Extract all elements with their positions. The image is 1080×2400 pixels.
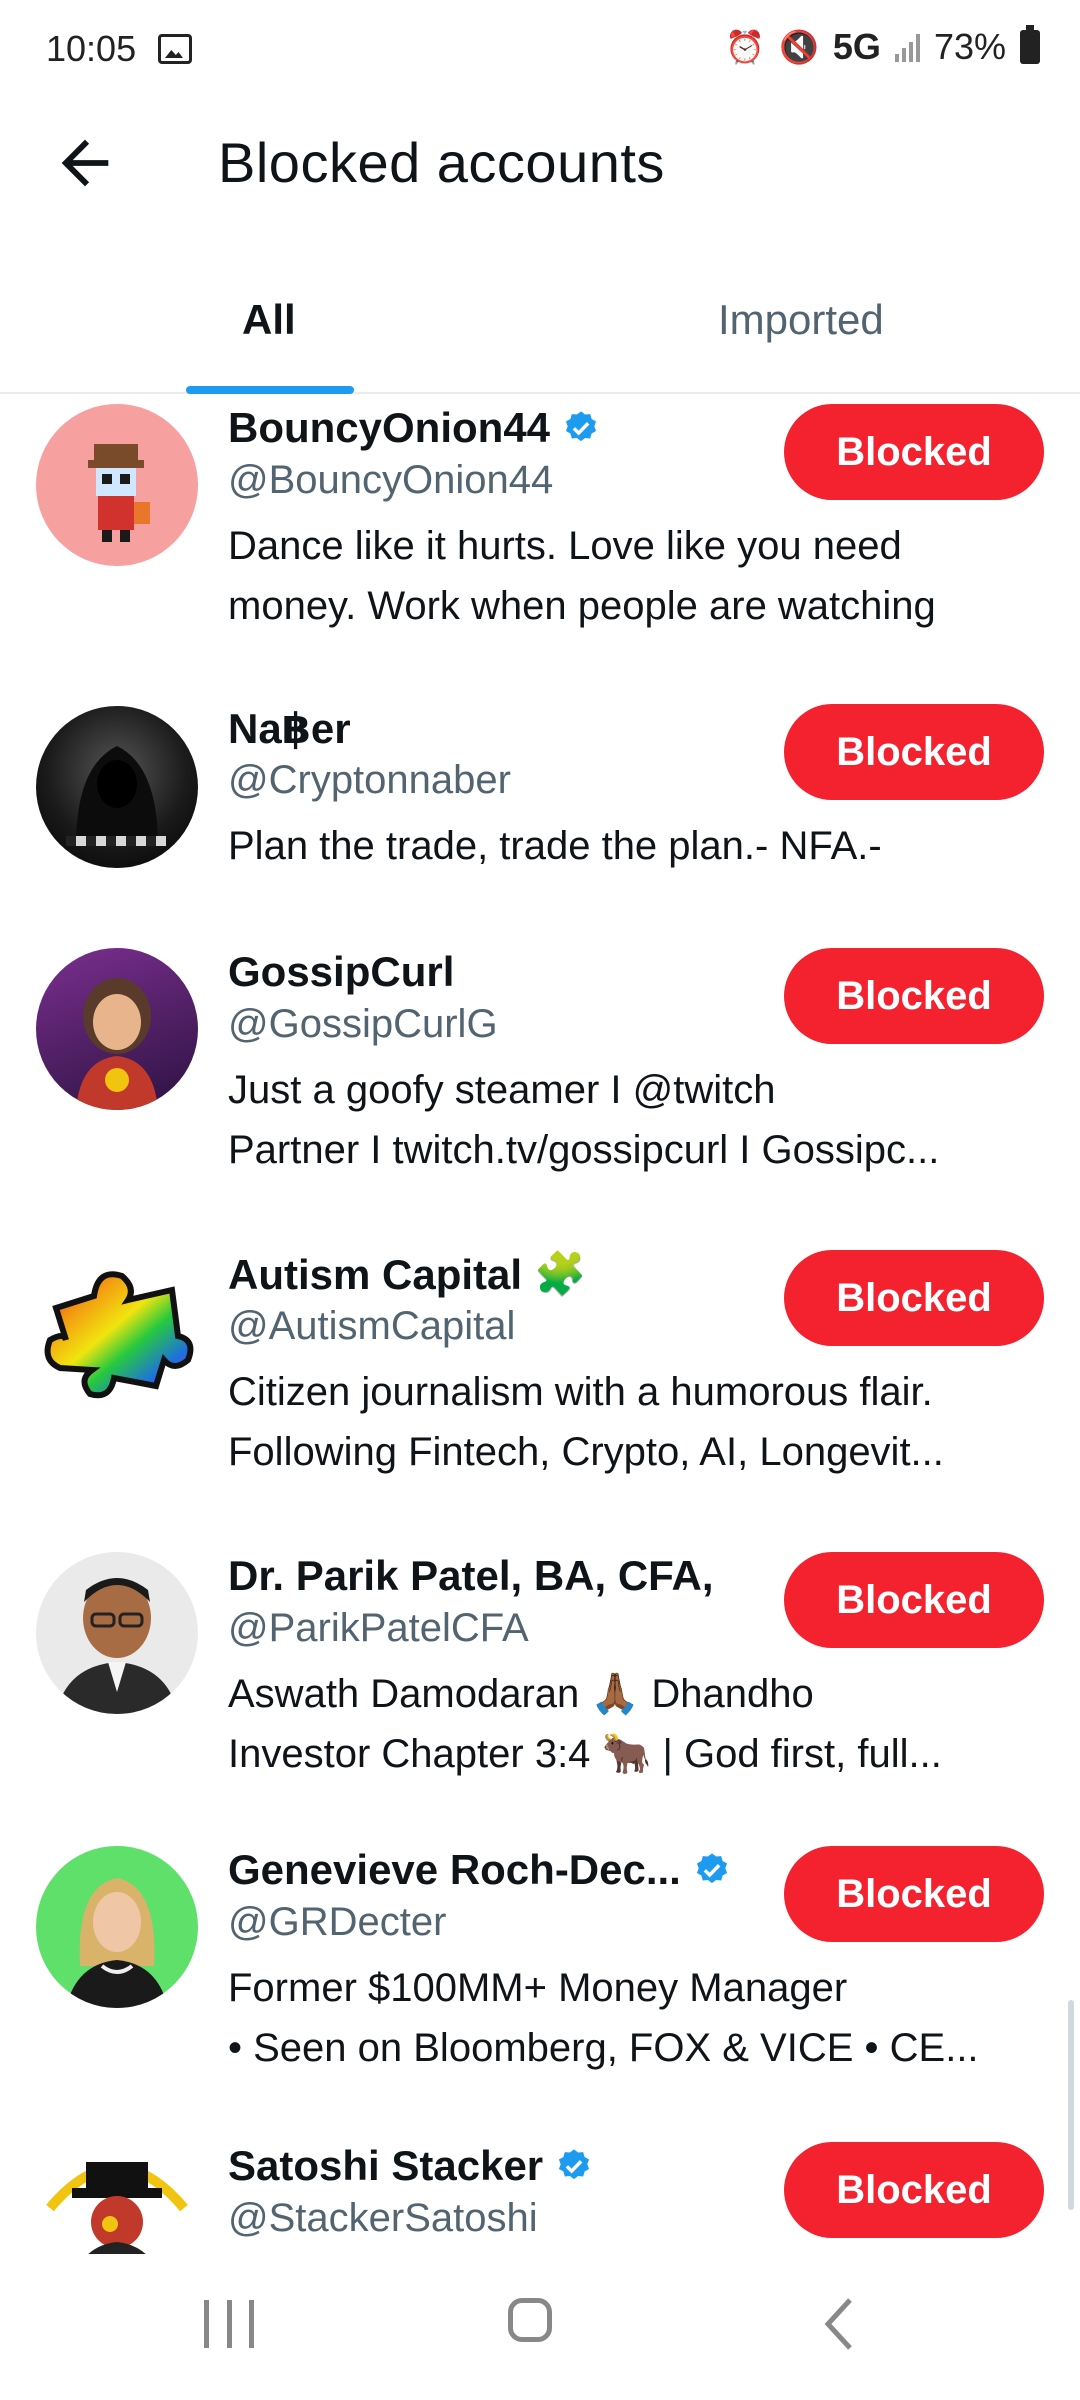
- account-handle: @Cryptonnaber: [228, 758, 511, 802]
- account-bio: Former $100MM+ Money Manager • Seen on B…: [228, 1966, 979, 2070]
- avatar[interactable]: [36, 2138, 198, 2254]
- active-tab-indicator: [186, 386, 354, 394]
- back-arrow-icon[interactable]: [50, 128, 120, 198]
- account-name[interactable]: Satoshi Stacker: [228, 2142, 593, 2190]
- recents-button[interactable]: [204, 2300, 254, 2350]
- blocked-accounts-list[interactable]: BouncyOnion44 @BouncyOnion44 Dance like …: [0, 394, 1080, 2254]
- alarm-icon: ⏰: [725, 29, 766, 65]
- blocked-button[interactable]: Blocked: [784, 1552, 1044, 1648]
- gallery-notification-icon: [158, 34, 192, 64]
- blocked-button[interactable]: Blocked: [784, 404, 1044, 500]
- home-button[interactable]: [508, 2298, 552, 2342]
- blocked-button[interactable]: Blocked: [784, 948, 1044, 1044]
- account-bio: Dance like it hurts. Love like you need …: [228, 524, 936, 628]
- blocked-button[interactable]: Blocked: [784, 704, 1044, 800]
- mute-icon: 🔇: [779, 29, 819, 65]
- system-back-icon[interactable]: [818, 2294, 858, 2354]
- status-bar: 10:05 ⏰ 🔇 5G 73%: [0, 0, 1080, 100]
- account-name[interactable]: Genevieve Roch-Dec...: [228, 1846, 731, 1894]
- top-app-bar: Blocked accounts: [0, 100, 1080, 230]
- account-handle: @GRDecter: [228, 1900, 447, 1944]
- account-bio: Just a goofy steamer I @twitch Partner I…: [228, 1068, 940, 1172]
- account-name[interactable]: GossipCurl: [228, 948, 454, 996]
- battery-percent: 73%: [933, 26, 1006, 67]
- account-handle: @ParikPatelCFA: [228, 1606, 529, 1650]
- account-name[interactable]: Autism Capital 🧩: [228, 1250, 586, 1299]
- account-name[interactable]: BouncyOnion44: [228, 404, 600, 452]
- verified-badge-icon: [559, 2149, 590, 2180]
- status-time: 10:05: [46, 28, 137, 69]
- system-navigation-bar: [0, 2254, 1080, 2400]
- tab-all[interactable]: All: [242, 296, 296, 344]
- verified-badge-icon: [696, 1853, 727, 1884]
- page-title: Blocked accounts: [218, 131, 665, 194]
- account-handle: @GossipCurlG: [228, 1002, 498, 1046]
- blocked-button[interactable]: Blocked: [784, 2142, 1044, 2238]
- account-handle: @BouncyOnion44: [228, 458, 554, 502]
- account-name[interactable]: Na฿er: [228, 704, 351, 753]
- account-bio: Citizen journalism with a humorous flair…: [228, 1370, 944, 1474]
- account-bio: Aswath Damodaran 🙏🏾 Dhandho Investor Cha…: [228, 1672, 942, 1776]
- battery-icon: [1020, 25, 1040, 64]
- avatar[interactable]: [36, 706, 198, 868]
- avatar[interactable]: [36, 1248, 198, 1410]
- account-bio: Plan the trade, trade the plan.- NFA.-: [228, 824, 882, 868]
- network-type: 5G: [832, 26, 881, 67]
- puzzle-emoji: 🧩: [534, 1250, 587, 1297]
- blocked-button[interactable]: Blocked: [784, 1250, 1044, 1346]
- verified-badge-icon: [566, 411, 597, 442]
- scrollbar-thumb[interactable]: [1068, 2000, 1074, 2210]
- avatar[interactable]: [36, 404, 198, 566]
- avatar[interactable]: [36, 948, 198, 1110]
- avatar[interactable]: [36, 1846, 198, 2008]
- account-handle: @AutismCapital: [228, 1304, 516, 1348]
- avatar[interactable]: [36, 1552, 198, 1714]
- signal-icon: [894, 32, 920, 62]
- tab-bar: All Imported: [0, 260, 1080, 394]
- account-name[interactable]: Dr. Parik Patel, BA, CFA,: [228, 1552, 714, 1600]
- status-indicators: ⏰ 🔇 5G 73%: [725, 25, 1040, 68]
- blocked-button[interactable]: Blocked: [784, 1846, 1044, 1942]
- tab-imported[interactable]: Imported: [718, 296, 884, 344]
- account-handle: @StackerSatoshi: [228, 2196, 538, 2240]
